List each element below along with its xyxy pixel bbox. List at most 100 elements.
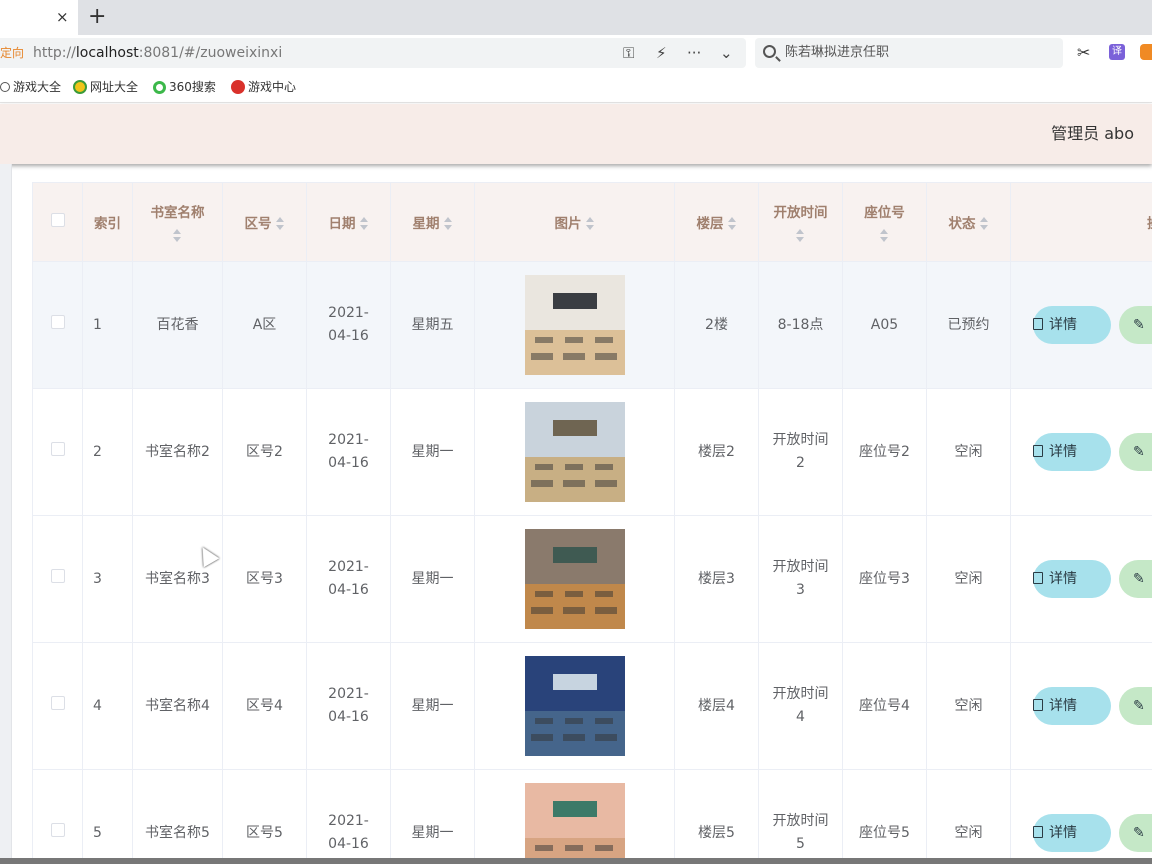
row-checkbox[interactable] bbox=[50, 314, 65, 329]
room-name-cell: 书室名称3 bbox=[132, 515, 223, 643]
column-header-room-name[interactable]: 书室名称 bbox=[132, 182, 223, 262]
weekday-cell: 星期五 bbox=[390, 261, 475, 389]
search-icon bbox=[763, 45, 776, 58]
sort-icon[interactable] bbox=[979, 217, 989, 231]
edit-button[interactable]: ✎ bbox=[1119, 560, 1152, 598]
room-name-cell: 书室名称2 bbox=[132, 388, 223, 516]
status-cell: 空闲 bbox=[926, 515, 1011, 643]
column-header-seat[interactable]: 座位号 bbox=[842, 182, 927, 262]
edit-button[interactable]: ✎ bbox=[1119, 433, 1152, 471]
sort-icon[interactable] bbox=[585, 217, 595, 231]
key-icon[interactable]: ⚿ bbox=[623, 44, 634, 62]
close-tab-icon[interactable]: × bbox=[56, 7, 69, 27]
edit-button[interactable]: ✎ bbox=[1119, 687, 1152, 725]
actions-cell: 详情 ✎ bbox=[1010, 642, 1152, 770]
bookmark-360-search[interactable]: 360搜索 bbox=[153, 79, 216, 95]
table-row[interactable]: 2 书室名称2 区号2 2021-04-16 星期一 楼层2 开放时间2 座位号… bbox=[32, 388, 1152, 516]
edit-button[interactable]: ✎ bbox=[1119, 814, 1152, 852]
floor-cell: 楼层5 bbox=[674, 769, 759, 864]
sort-icon[interactable] bbox=[796, 229, 805, 243]
translate-icon[interactable]: 译 bbox=[1109, 44, 1125, 60]
document-icon bbox=[1033, 826, 1043, 838]
classroom-image[interactable] bbox=[524, 402, 625, 502]
open-time-cell: 开放时间3 bbox=[758, 515, 843, 643]
column-header-weekday[interactable]: 星期 bbox=[390, 182, 475, 262]
sort-icon[interactable] bbox=[173, 229, 182, 243]
select-all-checkbox[interactable] bbox=[50, 213, 65, 227]
globe-icon bbox=[0, 82, 10, 92]
row-checkbox[interactable] bbox=[50, 822, 65, 837]
column-header-index: 索引 bbox=[82, 182, 133, 262]
classroom-image[interactable] bbox=[524, 783, 625, 864]
column-header-open-time[interactable]: 开放时间 bbox=[758, 182, 843, 262]
detail-button[interactable]: 详情 bbox=[1033, 687, 1111, 725]
table-row[interactable]: 5 书室名称5 区号5 2021-04-16 星期一 楼层5 开放时间5 座位号… bbox=[32, 769, 1152, 864]
date-cell: 2021-04-16 bbox=[306, 769, 391, 864]
classroom-image[interactable] bbox=[524, 656, 625, 756]
edit-button[interactable]: ✎ bbox=[1119, 306, 1152, 344]
status-cell: 空闲 bbox=[926, 769, 1011, 864]
index-cell: 3 bbox=[82, 515, 133, 643]
scissors-icon[interactable]: ✂ bbox=[1077, 43, 1090, 62]
browser-search-input[interactable]: 陈若琳拟进京任职 bbox=[755, 38, 1063, 68]
column-header-image[interactable]: 图片 bbox=[474, 182, 675, 262]
table-header-row: 索引 书室名称 区号 日期 星期 图片 楼层 开放时间 座位号 状态 操作 bbox=[32, 182, 1152, 262]
date-cell: 2021-04-16 bbox=[306, 515, 391, 643]
table-row[interactable]: 4 书室名称4 区号4 2021-04-16 星期一 楼层4 开放时间4 座位号… bbox=[32, 642, 1152, 770]
column-header-area[interactable]: 区号 bbox=[222, 182, 307, 262]
floor-cell: 楼层3 bbox=[674, 515, 759, 643]
date-cell: 2021-04-16 bbox=[306, 642, 391, 770]
floor-cell: 楼层4 bbox=[674, 642, 759, 770]
room-name-cell: 书室名称4 bbox=[132, 642, 223, 770]
bookmark-sites[interactable]: 网址大全 bbox=[73, 79, 138, 95]
sidebar-edge bbox=[0, 164, 12, 864]
detail-button[interactable]: 详情 bbox=[1033, 560, 1111, 598]
classroom-image[interactable] bbox=[524, 275, 625, 375]
open-time-cell: 开放时间2 bbox=[758, 388, 843, 516]
open-time-cell: 开放时间5 bbox=[758, 769, 843, 864]
row-checkbox[interactable] bbox=[50, 441, 65, 456]
detail-button[interactable]: 详情 bbox=[1033, 306, 1111, 344]
url-field[interactable]: 定向 http://localhost:8081/#/zuoweixinxi ⚿… bbox=[0, 38, 746, 68]
room-name-cell: 百花香 bbox=[132, 261, 223, 389]
image-cell bbox=[474, 642, 675, 770]
current-user[interactable]: 管理员 abo bbox=[1051, 124, 1134, 144]
sort-icon[interactable] bbox=[727, 217, 737, 231]
status-cell: 已预约 bbox=[926, 261, 1011, 389]
area-cell: 区号4 bbox=[222, 642, 307, 770]
row-checkbox[interactable] bbox=[50, 568, 65, 583]
new-tab-icon[interactable]: + bbox=[88, 4, 106, 30]
url-text[interactable]: http://localhost:8081/#/zuoweixinxi bbox=[33, 44, 282, 62]
image-cell bbox=[474, 769, 675, 864]
table-row[interactable]: 3 书室名称3 区号3 2021-04-16 星期一 楼层3 开放时间3 座位号… bbox=[32, 515, 1152, 643]
sort-icon[interactable] bbox=[275, 217, 285, 231]
seat-cell: A05 bbox=[842, 261, 927, 389]
browser-tab[interactable]: × bbox=[0, 0, 78, 35]
lightning-icon[interactable]: ⚡ bbox=[656, 44, 667, 62]
document-icon bbox=[1033, 445, 1043, 457]
classroom-image[interactable] bbox=[524, 529, 625, 629]
column-header-status[interactable]: 状态 bbox=[926, 182, 1011, 262]
seat-cell: 座位号4 bbox=[842, 642, 927, 770]
game-icon[interactable] bbox=[1140, 44, 1152, 60]
detail-button[interactable]: 详情 bbox=[1033, 433, 1111, 471]
row-select-cell bbox=[32, 388, 83, 516]
column-header-date[interactable]: 日期 bbox=[306, 182, 391, 262]
column-header-floor[interactable]: 楼层 bbox=[674, 182, 759, 262]
sort-icon[interactable] bbox=[443, 217, 453, 231]
sort-icon[interactable] bbox=[880, 229, 889, 243]
bookmark-game-center[interactable]: 游戏中心 bbox=[231, 79, 296, 95]
row-checkbox[interactable] bbox=[50, 695, 65, 710]
more-icon[interactable]: ··· bbox=[687, 44, 701, 62]
table-row[interactable]: 1 百花香 A区 2021-04-16 星期五 2楼 8-18点 A05 已预约… bbox=[32, 261, 1152, 389]
document-icon bbox=[1033, 318, 1043, 330]
detail-button[interactable]: 详情 bbox=[1033, 814, 1111, 852]
chevron-down-icon[interactable]: ⌄ bbox=[720, 44, 733, 62]
image-cell bbox=[474, 515, 675, 643]
seat-cell: 座位号3 bbox=[842, 515, 927, 643]
actions-cell: 详情 ✎ bbox=[1010, 388, 1152, 516]
browser-tab-bar: × + bbox=[0, 0, 1152, 35]
sort-icon[interactable] bbox=[359, 217, 369, 231]
bookmark-games[interactable]: 游戏大全 bbox=[0, 79, 61, 95]
address-bar: 定向 http://localhost:8081/#/zuoweixinxi ⚿… bbox=[0, 35, 1152, 71]
